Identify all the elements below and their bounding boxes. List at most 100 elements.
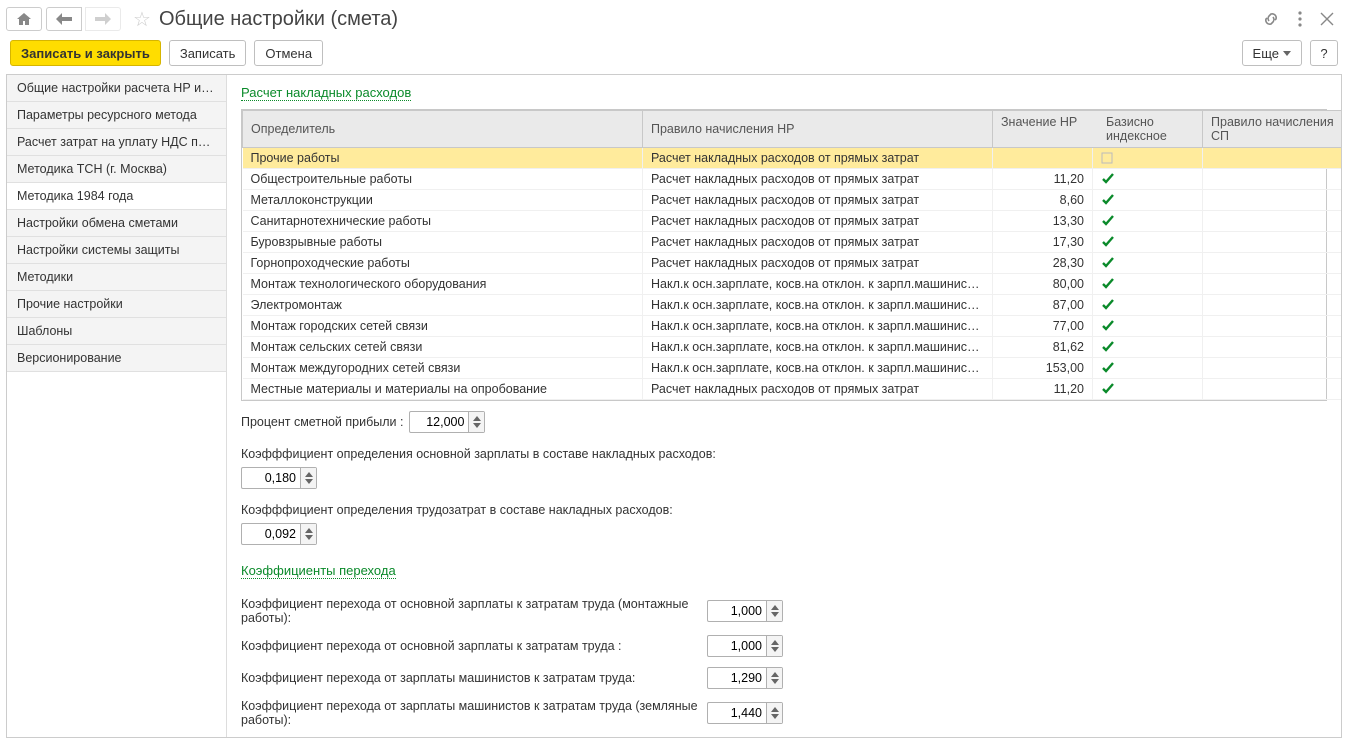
k-trud-input[interactable] (242, 527, 300, 541)
cell-check[interactable] (1093, 169, 1203, 190)
table-row[interactable]: Буровзрывные работыРасчет накладных расх… (243, 232, 1342, 253)
cell-sp (1203, 295, 1341, 316)
cancel-button[interactable]: Отмена (254, 40, 323, 66)
sidebar-item-6[interactable]: Настройки системы защиты (7, 237, 226, 264)
stepper-icon (473, 416, 481, 428)
col-value-nr[interactable]: Значение НР Базисно индексное (993, 111, 1203, 148)
sidebar-item-2[interactable]: Расчет затрат на уплату НДС при УСН (7, 129, 226, 156)
cell-check[interactable] (1093, 253, 1203, 274)
k-trud-stepper[interactable] (300, 524, 316, 544)
coef3-input[interactable] (708, 671, 766, 685)
nav-forward-button[interactable] (85, 7, 121, 31)
k-osn-zp-stepper[interactable] (300, 468, 316, 488)
table-row[interactable]: Прочие работыРасчет накладных расходов о… (243, 148, 1342, 169)
coef1-stepper[interactable] (766, 601, 782, 621)
cell-check[interactable] (1093, 148, 1203, 169)
cell-value: 77,00 (993, 316, 1093, 337)
save-button[interactable]: Записать (169, 40, 247, 66)
profit-pct-label: Процент сметной прибыли : (241, 415, 403, 429)
table-row[interactable]: Местные материалы и материалы на опробов… (243, 379, 1342, 400)
cell-sp (1203, 190, 1341, 211)
sidebar-item-9[interactable]: Шаблоны (7, 318, 226, 345)
cell-sp (1203, 337, 1341, 358)
more-button[interactable]: Еще (1242, 40, 1302, 66)
table-row[interactable]: Санитарнотехнические работыРасчет наклад… (243, 211, 1342, 232)
cell-check[interactable] (1093, 190, 1203, 211)
sidebar-item-10[interactable]: Версионирование (7, 345, 226, 372)
table-row[interactable]: Монтаж сельских сетей связиНакл.к осн.за… (243, 337, 1342, 358)
section-overheads-link[interactable]: Расчет накладных расходов (241, 85, 411, 101)
cell-check[interactable] (1093, 295, 1203, 316)
coef2-stepper[interactable] (766, 636, 782, 656)
table-row[interactable]: ЭлектромонтажНакл.к осн.зарплате, косв.н… (243, 295, 1342, 316)
cell-rule: Расчет накладных расходов от прямых затр… (643, 379, 993, 400)
cell-value: 11,20 (993, 169, 1093, 190)
table-row[interactable]: Монтаж технологического оборудованияНакл… (243, 274, 1342, 295)
chevron-down-icon (1283, 51, 1291, 56)
col-rule-nr[interactable]: Правило начисления НР (643, 111, 993, 148)
save-and-close-button[interactable]: Записать и закрыть (10, 40, 161, 66)
coef1-label: Коэффициент перехода от основной зарплат… (241, 597, 701, 625)
nav-back-button[interactable] (46, 7, 82, 31)
cell-name: Электромонтаж (243, 295, 643, 316)
link-button[interactable] (1258, 6, 1284, 32)
sidebar-item-1[interactable]: Параметры ресурсного метода (7, 102, 226, 129)
cell-check[interactable] (1093, 337, 1203, 358)
coef4-label: Коэффициент перехода от зарплаты машинис… (241, 699, 701, 727)
stepper-icon (305, 472, 313, 484)
k-osn-zp-input[interactable] (242, 471, 300, 485)
coef2-input[interactable] (708, 639, 766, 653)
cell-name: Монтаж сельских сетей связи (243, 337, 643, 358)
close-icon (1320, 12, 1334, 26)
cell-value: 11,20 (993, 379, 1093, 400)
sidebar-item-5[interactable]: Настройки обмена сметами (7, 210, 226, 237)
cell-rule: Накл.к осн.зарплате, косв.на отклон. к з… (643, 358, 993, 379)
link-icon (1262, 10, 1280, 28)
table-row[interactable]: Горнопроходческие работыРасчет накладных… (243, 253, 1342, 274)
cell-name: Монтаж технологического оборудования (243, 274, 643, 295)
table-row[interactable]: Монтаж междугородних сетей связиНакл.к о… (243, 358, 1342, 379)
stepper-icon (771, 707, 779, 719)
coef3-stepper[interactable] (766, 668, 782, 688)
table-row[interactable]: МеталлоконструкцииРасчет накладных расхо… (243, 190, 1342, 211)
coef4-stepper[interactable] (766, 703, 782, 723)
stepper-icon (771, 605, 779, 617)
sidebar-item-0[interactable]: Общие настройки расчета НР и СП (7, 75, 226, 102)
close-button[interactable] (1316, 8, 1338, 30)
cell-check[interactable] (1093, 379, 1203, 400)
sidebar-nav: Общие настройки расчета НР и СППараметры… (7, 75, 227, 737)
profit-pct-input[interactable] (410, 415, 468, 429)
coef4-input[interactable] (708, 706, 766, 720)
favorite-star-icon[interactable]: ☆ (133, 7, 151, 32)
kebab-menu-button[interactable] (1294, 7, 1306, 31)
cell-check[interactable] (1093, 211, 1203, 232)
table-row[interactable]: Монтаж городских сетей связиНакл.к осн.з… (243, 316, 1342, 337)
cell-check[interactable] (1093, 358, 1203, 379)
cell-sp (1203, 274, 1341, 295)
k-trud-label: Коэфффициент определения трудозатрат в с… (241, 503, 1327, 517)
table-row[interactable]: Общестроительные работыРасчет накладных … (243, 169, 1342, 190)
col-determinant[interactable]: Определитель (243, 111, 643, 148)
cell-check[interactable] (1093, 316, 1203, 337)
help-button[interactable]: ? (1310, 40, 1338, 66)
profit-pct-stepper[interactable] (468, 412, 484, 432)
sidebar-item-4[interactable]: Методика 1984 года (7, 183, 226, 210)
cell-rule: Расчет накладных расходов от прямых затр… (643, 253, 993, 274)
cell-name: Прочие работы (243, 148, 643, 169)
cell-check[interactable] (1093, 274, 1203, 295)
cell-value (993, 148, 1093, 169)
cell-check[interactable] (1093, 232, 1203, 253)
section-coef-link[interactable]: Коэффициенты перехода (241, 563, 396, 579)
cell-rule: Расчет накладных расходов от прямых затр… (643, 190, 993, 211)
cell-sp (1203, 169, 1341, 190)
cell-name: Буровзрывные работы (243, 232, 643, 253)
sidebar-item-8[interactable]: Прочие настройки (7, 291, 226, 318)
home-button[interactable] (6, 7, 42, 31)
col-rule-sp[interactable]: Правило начисления СП (1203, 111, 1341, 148)
sidebar-item-3[interactable]: Методика ТСН (г. Москва) (7, 156, 226, 183)
k-osn-zp-label: Коэфффициент определения основной зарпла… (241, 447, 1327, 461)
cell-value: 8,60 (993, 190, 1093, 211)
cell-sp (1203, 148, 1341, 169)
coef1-input[interactable] (708, 604, 766, 618)
sidebar-item-7[interactable]: Методики (7, 264, 226, 291)
